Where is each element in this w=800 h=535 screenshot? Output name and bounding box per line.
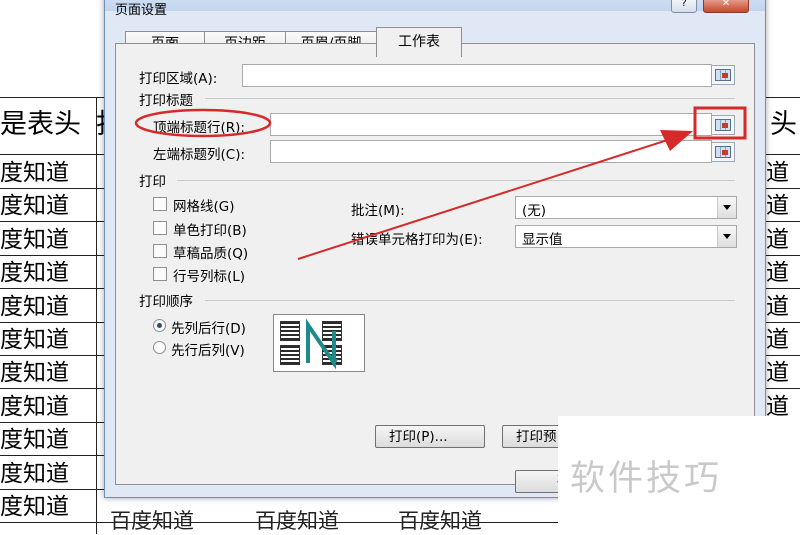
errors-value: 显示值 xyxy=(522,232,563,248)
sheet-header-right: 头 xyxy=(770,109,797,140)
section-divider xyxy=(205,300,735,301)
print-button[interactable]: 打印(P)... xyxy=(375,425,485,448)
over-then-down-radio[interactable] xyxy=(153,341,166,354)
sheet-cell: 度知道 xyxy=(0,193,69,220)
left-cols-input[interactable] xyxy=(270,140,712,163)
sheet-cell: 道 xyxy=(766,360,789,387)
black-white-checkbox[interactable] xyxy=(153,221,167,235)
down-then-over-radio[interactable] xyxy=(153,319,166,332)
sheet-cell: 道 xyxy=(766,260,789,287)
print-area-input[interactable] xyxy=(242,64,712,87)
sheet-cell: 度知道 xyxy=(0,327,69,353)
comments-label: 批注(M): xyxy=(351,203,405,219)
sheet-header-left: 是表头 xyxy=(0,109,81,140)
print-order-preview-icon xyxy=(273,314,365,372)
draft-quality-label: 草稿品质(Q) xyxy=(173,246,249,262)
row-col-headings-label: 行号列标(L) xyxy=(173,269,246,285)
draft-quality-checkbox[interactable] xyxy=(153,244,167,258)
sheet-bottom-cell: 百度知道 xyxy=(398,509,482,533)
top-rows-ref-button[interactable] xyxy=(711,115,735,135)
print-area-label: 打印区域(A): xyxy=(139,71,218,87)
chevron-down-icon[interactable] xyxy=(717,226,736,247)
comments-value: (无) xyxy=(522,203,547,219)
print-heading: 打印 xyxy=(139,174,166,190)
sheet-cell: 度知道 xyxy=(0,393,69,420)
sheet-cell: 道 xyxy=(766,327,789,353)
help-button[interactable]: ? xyxy=(671,0,697,13)
sheet-cell: 度知道 xyxy=(0,260,69,287)
sheet-cell: 度知道 xyxy=(0,226,69,253)
sheet-cell: 道 xyxy=(766,193,789,220)
row-col-headings-checkbox[interactable] xyxy=(153,267,167,281)
print-order-heading: 打印顺序 xyxy=(139,294,193,310)
sheet-bottom-cell: 百度知道 xyxy=(255,509,339,533)
dialog-title: 页面设置 xyxy=(115,3,168,18)
section-divider xyxy=(177,180,735,181)
dialog-titlebar[interactable]: 页面设置 ? ✕ xyxy=(105,0,765,18)
print-titles-heading: 打印标题 xyxy=(139,93,193,109)
sheet-cell: 度知道 xyxy=(0,494,69,520)
top-rows-label: 顶端标题行(R): xyxy=(153,120,245,136)
sheet-cell: 道 xyxy=(766,160,789,186)
watermark-text: 软件技巧 xyxy=(570,459,723,499)
sheet-cell: 道 xyxy=(766,293,789,320)
print-area-ref-button[interactable] xyxy=(711,65,735,85)
comments-select[interactable]: (无) xyxy=(515,196,737,219)
errors-select[interactable]: 显示值 xyxy=(515,225,737,248)
sheet-cell: 度知道 xyxy=(0,460,69,487)
section-divider xyxy=(205,98,735,99)
errors-label: 错误单元格打印为(E): xyxy=(351,232,483,248)
left-cols-label: 左端标题列(C): xyxy=(153,147,246,163)
order-arrow-icon xyxy=(306,318,338,370)
gridlines-checkbox[interactable] xyxy=(153,197,167,211)
sheet-cell: 度知道 xyxy=(0,293,69,320)
watermark: 软件技巧 xyxy=(558,416,800,534)
close-button[interactable]: ✕ xyxy=(703,0,749,13)
tab-sheet[interactable]: 工作表 xyxy=(376,27,462,57)
sheet-cell: 度知道 xyxy=(0,160,69,186)
sheet-cell: 度知道 xyxy=(0,360,69,387)
over-then-down-label: 先行后列(V) xyxy=(171,343,245,359)
gridlines-label: 网格线(G) xyxy=(173,199,235,215)
left-cols-ref-button[interactable] xyxy=(711,142,735,162)
sheet-cell: 道 xyxy=(766,226,789,253)
sheet-bottom-cell: 百度知道 xyxy=(110,509,194,533)
top-rows-input[interactable] xyxy=(270,113,712,136)
black-white-label: 单色打印(B) xyxy=(173,223,247,239)
down-then-over-label: 先列后行(D) xyxy=(171,321,246,337)
chevron-down-icon[interactable] xyxy=(717,197,736,218)
sheet-cell: 度知道 xyxy=(0,427,69,454)
